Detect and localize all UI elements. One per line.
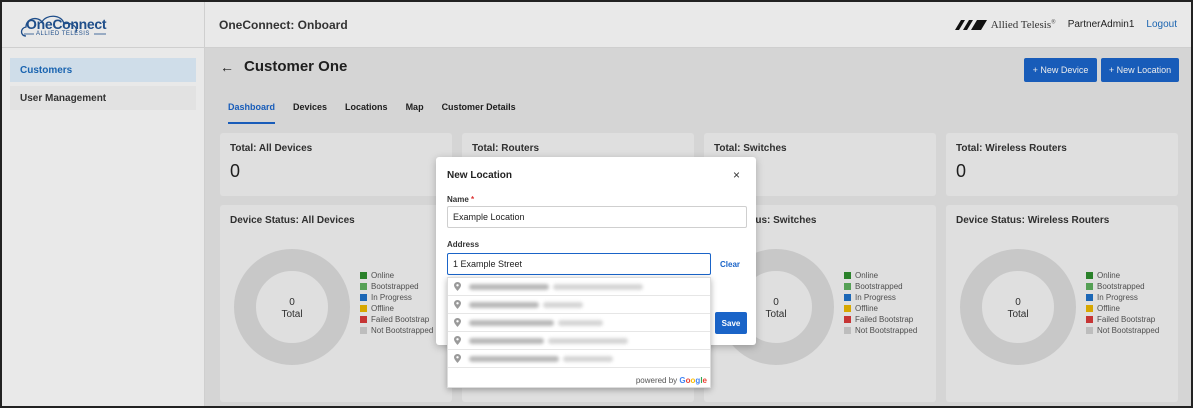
name-label-text: Name [447,195,469,204]
map-pin-icon [454,282,461,291]
map-pin-icon [454,336,461,345]
redacted-text [469,319,554,326]
address-input-value: 1 Example Street [453,259,523,269]
logo-sub-text: ALLIED TELESIS [36,30,90,37]
header-right: Allied Telesis® PartnerAdmin1 Logout [954,19,1177,31]
suggestion-item[interactable] [448,296,710,314]
suggestion-item[interactable] [448,350,710,368]
allied-telesis-logo-icon [954,19,987,30]
address-input[interactable]: 1 Example Street [447,253,711,275]
address-label: Address [447,240,480,249]
brand-name: Allied Telesis [990,18,1052,31]
sidebar-item-label: Customers [20,64,73,76]
map-pin-icon [454,354,461,363]
dialog-title: New Location [447,170,513,181]
redacted-text [558,319,603,326]
redacted-text [548,337,628,344]
sidebar: OneConnect ALLIED TELESIS Customers User… [2,2,205,406]
powered-by-google: powered by Google [636,376,707,385]
save-button[interactable]: Save [715,312,747,334]
oneconnect-logo: OneConnect ALLIED TELESIS [18,10,122,40]
redacted-text [469,337,544,344]
suggestion-item[interactable] [448,332,710,350]
logo[interactable]: OneConnect ALLIED TELESIS [2,2,204,48]
sidebar-item-user-management[interactable]: User Management [10,86,196,110]
redacted-text [543,301,583,308]
redacted-text [553,283,643,290]
user-name[interactable]: PartnerAdmin1 [1068,19,1135,30]
app-window: OneConnect ALLIED TELESIS Customers User… [0,0,1193,408]
sidebar-item-customers[interactable]: Customers [10,58,196,82]
clear-button[interactable]: Clear [720,260,740,269]
suggestion-item[interactable] [448,314,710,332]
required-mark: * [471,195,475,204]
brand-text: Allied Telesis® [991,19,1056,31]
suggestion-item[interactable] [448,278,710,296]
map-pin-icon [454,300,461,309]
name-input-value: Example Location [453,212,525,222]
logo-main-text: OneConnect [26,15,107,32]
address-suggestions: powered by Google [447,277,711,388]
map-pin-icon [454,318,461,327]
redacted-text [469,301,539,308]
sidebar-item-label: User Management [20,92,107,104]
name-label: Name * [447,195,474,204]
redacted-text [469,355,559,362]
redacted-text [563,355,613,362]
close-icon[interactable]: × [733,168,740,182]
logout-link[interactable]: Logout [1146,19,1177,30]
top-bar: OneConnect: Onboard Allied Telesis® Part… [205,2,1191,48]
brand-trademark: ® [1051,18,1056,25]
powered-by-text: powered by [635,376,678,385]
google-letter: e [702,376,707,385]
name-input[interactable]: Example Location [447,206,747,228]
header-title: OneConnect: Onboard [219,17,348,32]
google-logo: Google [679,376,707,385]
redacted-text [469,283,549,290]
